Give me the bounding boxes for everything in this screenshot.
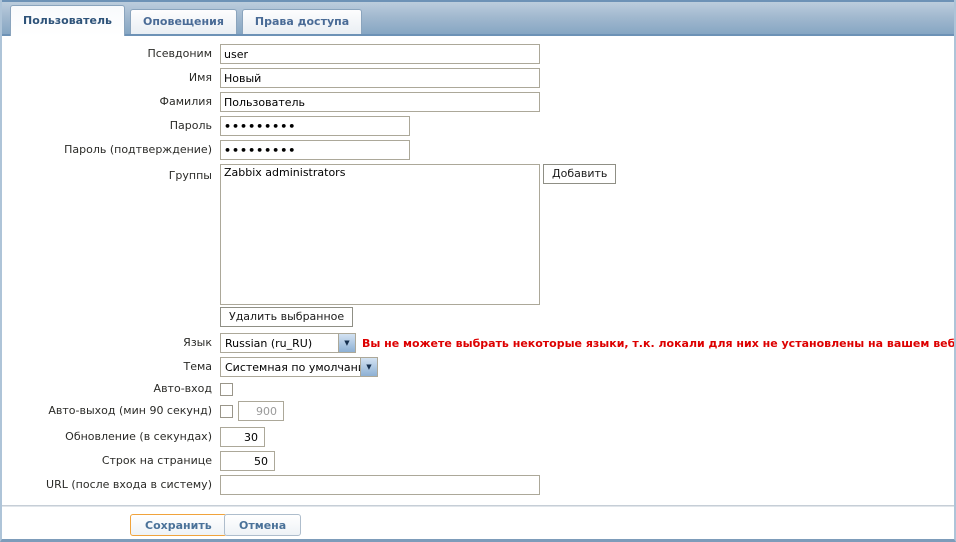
rows-per-page-input[interactable] — [220, 451, 275, 471]
refresh-label: Обновление (в секундах) — [65, 430, 212, 443]
language-warning-text: Вы не можете выбрать некоторые языки, т.… — [362, 337, 956, 350]
tab-user[interactable]: Пользователь — [10, 5, 125, 36]
group-list-item[interactable]: Zabbix administrators — [221, 165, 539, 180]
password-confirm-label: Пароль (подтверждение) — [64, 143, 212, 156]
autologout-checkbox[interactable] — [220, 405, 233, 418]
theme-label: Тема — [183, 360, 212, 373]
groups-listbox[interactable]: Zabbix administrators — [220, 164, 540, 305]
autologout-seconds-input[interactable] — [238, 401, 284, 421]
alias-label: Псевдоним — [147, 47, 212, 60]
autologin-label: Авто-вход — [153, 382, 212, 395]
tab-permissions[interactable]: Права доступа — [241, 9, 363, 34]
footer: Сохранить Отмена — [2, 507, 954, 539]
chevron-down-icon[interactable]: ▼ — [338, 334, 355, 352]
surname-label: Фамилия — [159, 95, 212, 108]
language-select-value: Russian (ru_RU) — [225, 336, 313, 350]
language-label: Язык — [183, 336, 212, 349]
alias-input[interactable] — [220, 44, 540, 64]
name-label: Имя — [188, 71, 212, 84]
cancel-button[interactable]: Отмена — [224, 514, 302, 536]
groups-label: Группы — [168, 169, 212, 182]
rows-per-page-label: Строк на странице — [101, 454, 212, 467]
refresh-input[interactable] — [220, 427, 265, 447]
name-input[interactable] — [220, 68, 540, 88]
autologin-checkbox[interactable] — [220, 383, 233, 396]
theme-select-value: Системная по умолчанию — [225, 360, 360, 374]
theme-select[interactable]: Системная по умолчанию ▼ — [220, 357, 378, 377]
user-config-page: Пользователь Оповещения Права доступа Пс… — [0, 0, 956, 542]
password-confirm-input[interactable] — [220, 140, 410, 160]
chevron-down-icon[interactable]: ▼ — [360, 358, 377, 376]
tab-bar: Пользователь Оповещения Права доступа — [2, 0, 954, 36]
password-input[interactable] — [220, 116, 410, 136]
delete-selected-button[interactable]: Удалить выбранное — [220, 307, 354, 327]
save-button[interactable]: Сохранить — [130, 514, 227, 536]
add-group-button[interactable]: Добавить — [543, 164, 617, 184]
url-input[interactable] — [220, 475, 540, 495]
tab-media[interactable]: Оповещения — [129, 9, 237, 34]
url-label: URL (после входа в систему) — [46, 478, 212, 491]
autologout-label: Авто-выход (мин 90 секунд) — [48, 404, 212, 417]
language-select[interactable]: Russian (ru_RU) ▼ — [220, 333, 356, 353]
surname-input[interactable] — [220, 92, 540, 112]
password-label: Пароль — [169, 119, 212, 132]
